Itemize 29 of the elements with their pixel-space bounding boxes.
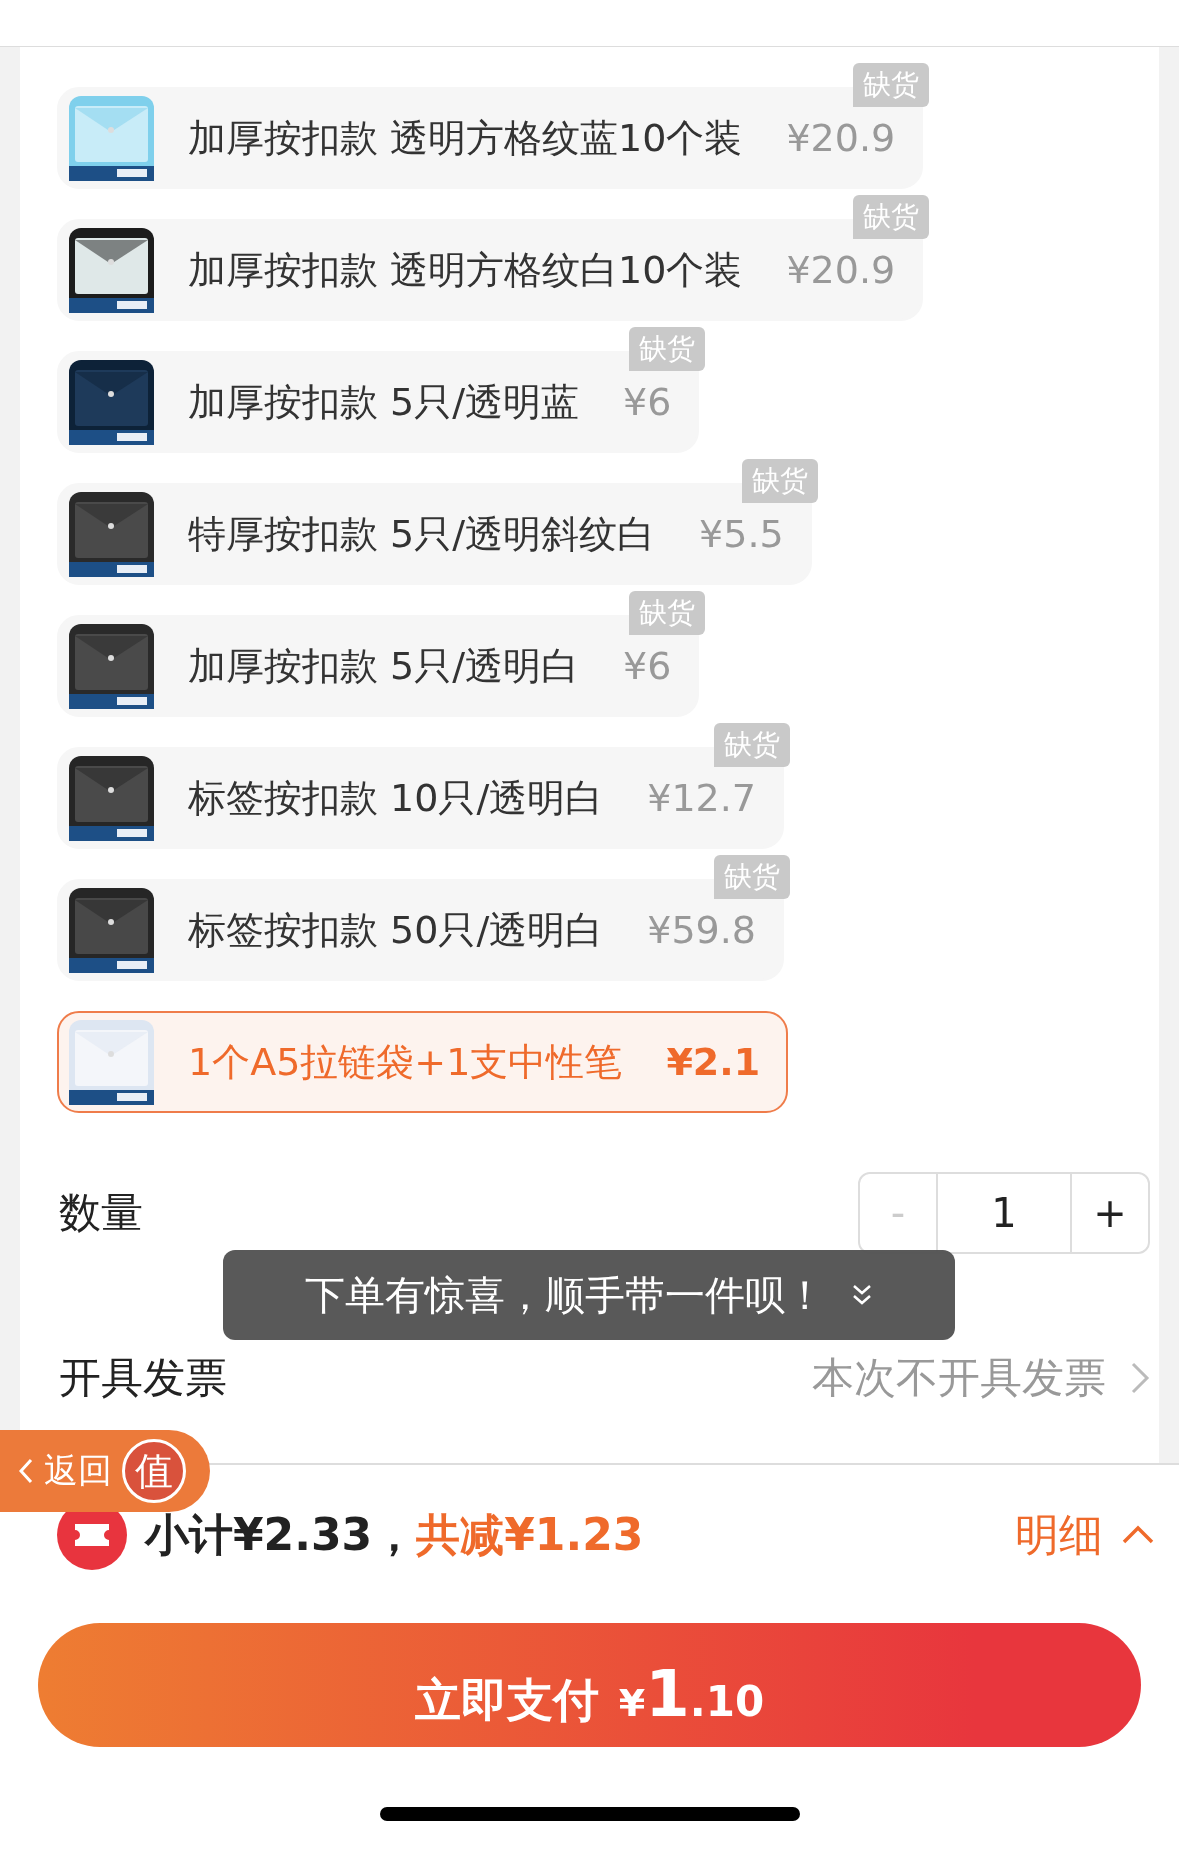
quantity-field[interactable]: 1 — [936, 1174, 1072, 1252]
option-price: ¥12.7 — [647, 776, 757, 820]
back-label: 返回 — [44, 1449, 112, 1492]
option-name: 特厚按扣款 5只/透明斜纹白 — [188, 510, 656, 558]
app-badge: 值 — [122, 1439, 186, 1503]
option-price: ¥2.1 — [666, 1040, 761, 1084]
option-name: 标签按扣款 10只/透明白 — [188, 774, 604, 822]
double-chevron-down-icon — [851, 1283, 873, 1307]
option-name: 加厚按扣款 5只/透明蓝 — [188, 378, 580, 426]
discount-total: 共减¥1.23 — [416, 1507, 645, 1562]
option-name: 标签按扣款 50只/透明白 — [188, 906, 604, 954]
invoice-label: 开具发票 — [59, 1352, 228, 1404]
option-price: ¥6 — [623, 380, 672, 424]
option-name: 加厚按扣款 5只/透明白 — [188, 642, 580, 690]
chevron-right-icon — [1130, 1361, 1150, 1395]
option-price: ¥5.5 — [699, 512, 784, 556]
option-price: ¥20.9 — [786, 116, 896, 160]
back-button[interactable]: 返回 值 — [0, 1430, 210, 1512]
option-name: 1个A5拉链袋+1支中性笔 — [188, 1038, 623, 1086]
chevron-up-icon — [1121, 1525, 1155, 1545]
option-name: 加厚按扣款 透明方格纹白10个装 — [188, 246, 743, 294]
option-name: 加厚按扣款 透明方格纹蓝10个装 — [188, 114, 743, 162]
quantity-label: 数量 — [59, 1187, 143, 1239]
option-price: ¥59.8 — [647, 908, 757, 952]
chevron-left-icon — [18, 1457, 34, 1485]
option-price: ¥20.9 — [786, 248, 896, 292]
option-price: ¥6 — [623, 644, 672, 688]
pay-button[interactable]: 立即支付 ¥1.10 — [38, 1623, 1141, 1747]
toast-message: 下单有惊喜，顺手带一件呗！ — [305, 1270, 825, 1320]
